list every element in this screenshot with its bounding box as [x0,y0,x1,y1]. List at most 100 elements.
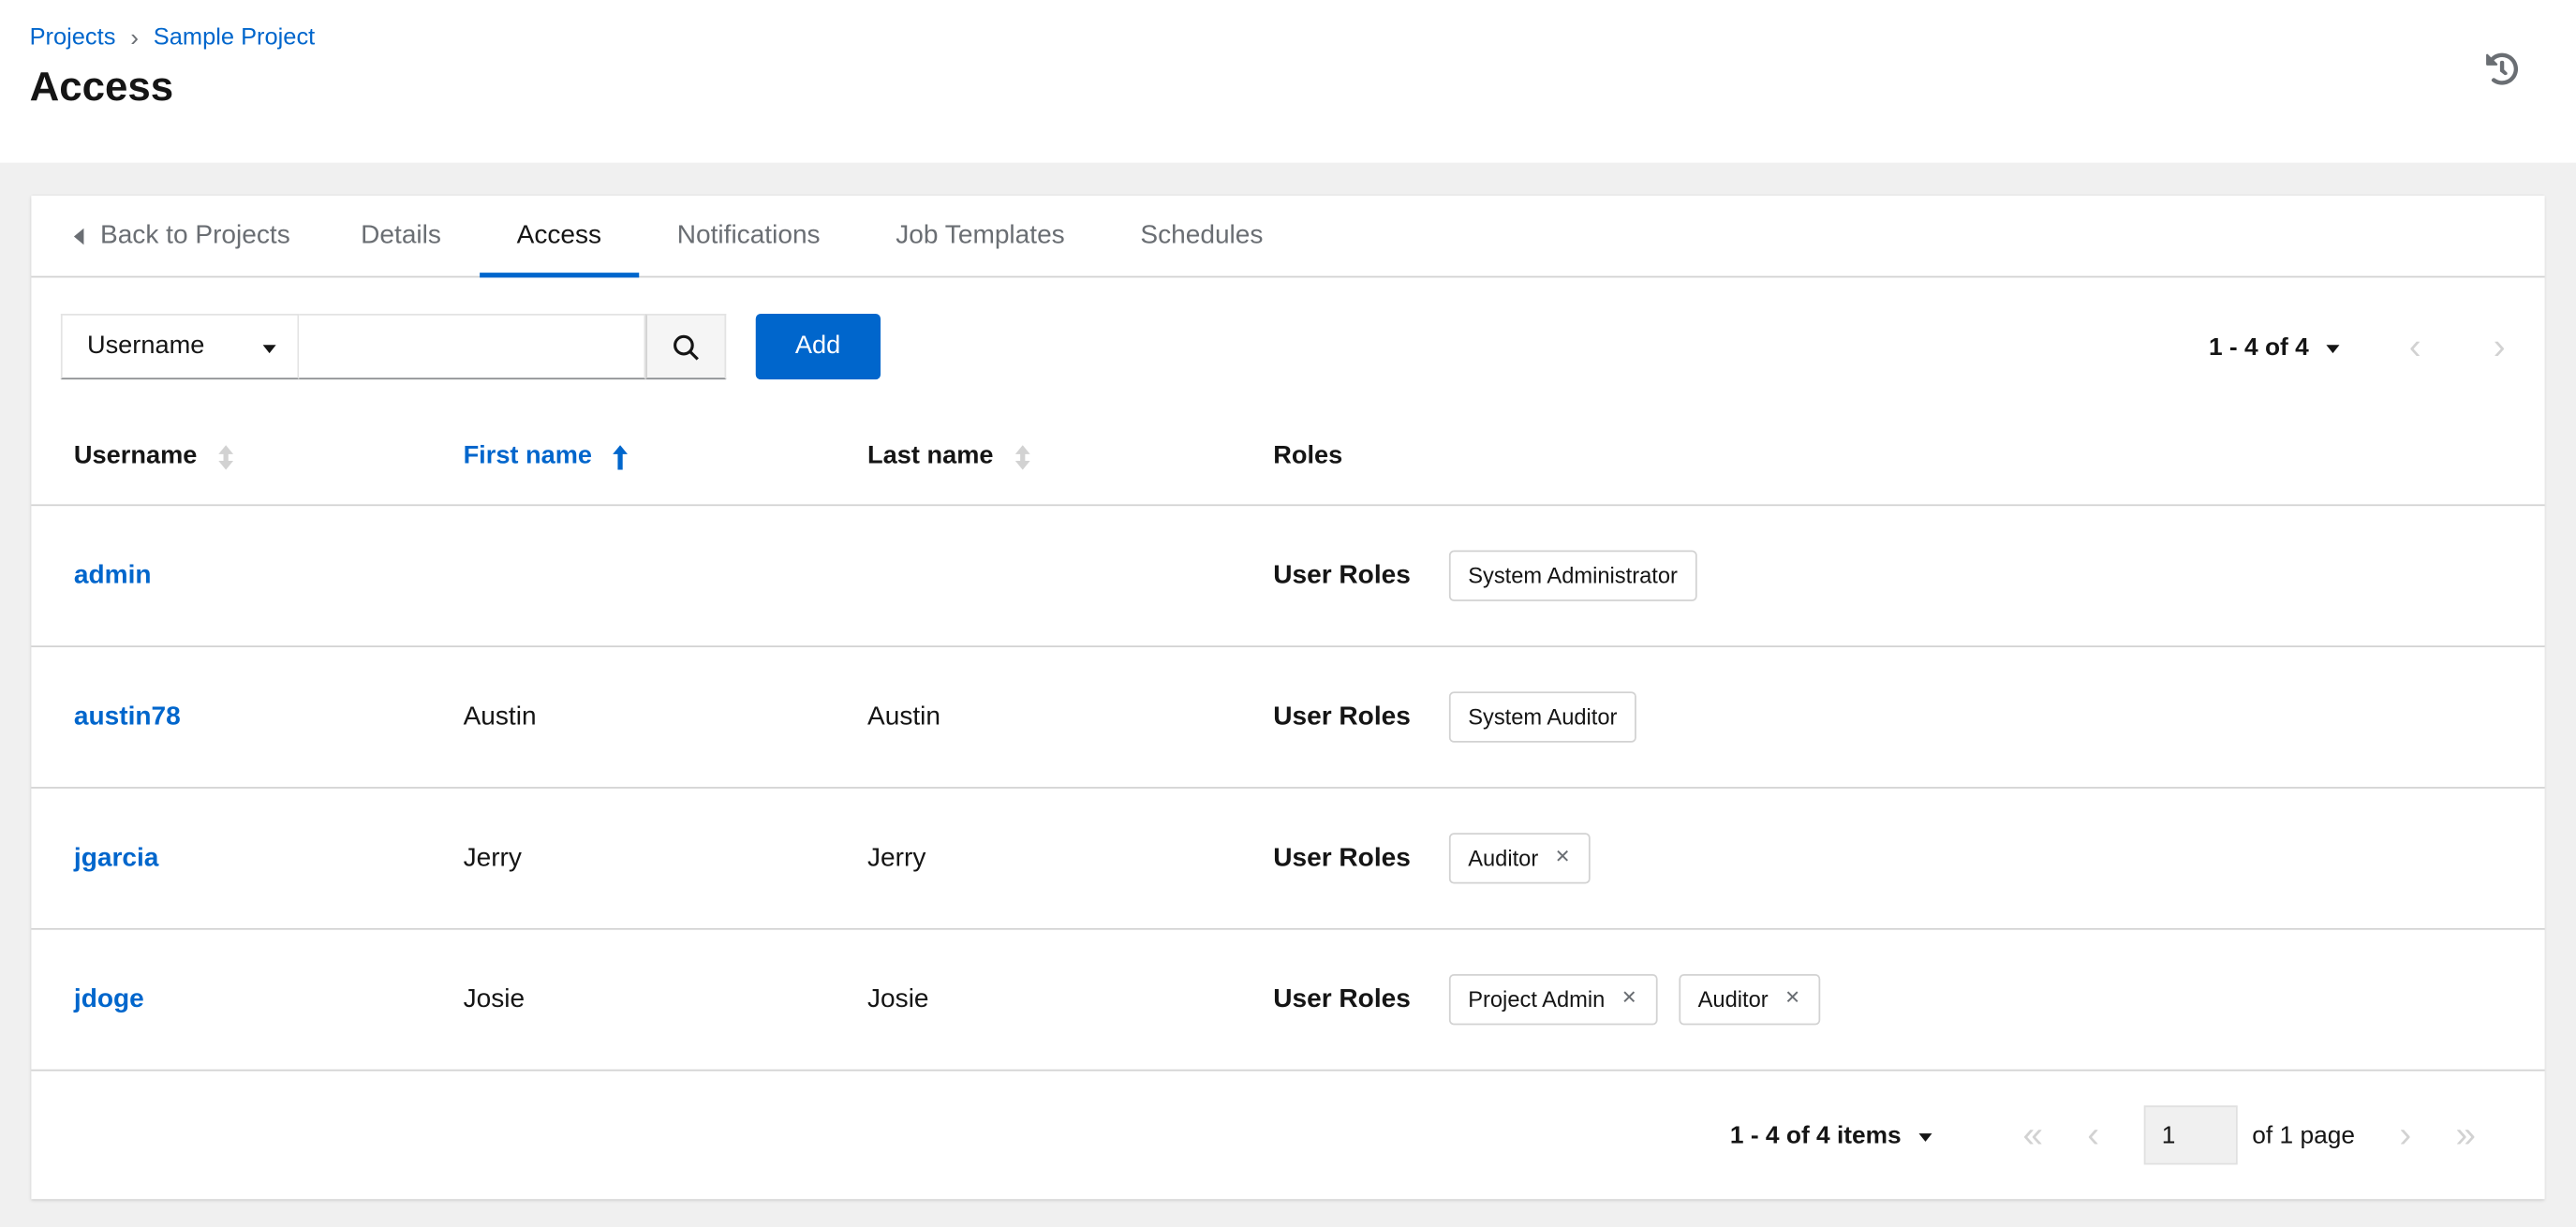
chip-label: System Administrator [1468,563,1678,588]
column-label: Username [73,441,198,470]
last-name-cell: Josie [867,984,929,1013]
page-number-input[interactable] [2143,1105,2238,1165]
chip-label: Auditor [1468,846,1539,871]
username-link[interactable]: admin [74,561,152,589]
role-chip: Project Admin ✕ [1448,974,1657,1026]
table-row: admin User Roles System Administrator [31,506,2545,648]
roles-cell: User Roles Auditor ✕ [1273,833,2515,884]
table-header: Username First name Last name Roles [31,409,2545,507]
chevron-left-icon [73,227,84,244]
tab-details[interactable]: Details [323,196,479,276]
history-button[interactable] [2482,50,2522,89]
page-group: of 1 page [2143,1105,2355,1165]
table-row: jdoge Josie Josie User Roles Project Adm… [31,930,2545,1072]
breadcrumb-separator-icon: › [130,23,140,52]
column-header-roles: Roles [1273,442,2515,472]
user-roles-label: User Roles [1273,560,1411,589]
next-page-button[interactable]: › [2399,1116,2411,1154]
tab-job-templates[interactable]: Job Templates [858,196,1103,276]
column-label: Roles [1273,441,1343,470]
page-count-label: of 1 page [2252,1120,2355,1149]
tab-schedules[interactable]: Schedules [1103,196,1301,276]
tab-back-to-projects[interactable]: Back to Projects [73,196,300,276]
column-label: Last name [867,441,994,470]
tab-access[interactable]: Access [479,196,639,278]
search-filter-group: Username [60,313,727,380]
access-page: Projects › Sample Project Access Back to… [0,0,2576,1227]
column-header-last-name[interactable]: Last name [867,442,1273,472]
username-cell: austin78 [74,702,464,732]
back-to-projects-label: Back to Projects [99,220,290,249]
role-chip: System Administrator [1448,550,1697,601]
caret-down-icon [2327,344,2341,353]
sort-icon [218,444,233,469]
username-link[interactable]: austin78 [74,702,181,731]
username-link[interactable]: jgarcia [74,844,158,872]
toolbar: Username Add 1 - 4 of 4 ‹ › [31,277,2544,408]
sort-icon [1014,444,1030,469]
page-header: Projects › Sample Project Access [0,0,2576,163]
chip-label: Auditor [1697,987,1769,1013]
history-icon [2486,52,2519,85]
column-label: First name [463,441,593,470]
chip-label: Project Admin [1468,987,1606,1013]
search-input[interactable] [299,313,646,380]
pagination-footer: 1 - 4 of 4 items « ‹ of 1 page › » [31,1071,2544,1199]
role-chip: Auditor ✕ [1448,833,1591,884]
caret-down-icon [1918,1132,1932,1142]
breadcrumb-link-sample-project[interactable]: Sample Project [154,24,315,51]
access-card: Back to Projects Details Access Notifica… [31,195,2545,1200]
items-per-page-dropdown[interactable]: 1 - 4 of 4 [2208,333,2341,361]
prev-page-button[interactable]: ‹ [2087,1116,2099,1154]
items-per-page-dropdown-bottom[interactable]: 1 - 4 of 4 items [1730,1121,1932,1149]
last-name-cell: Jerry [867,843,926,872]
sort-ascending-icon [613,444,629,469]
first-name-cell: Jerry [463,843,522,872]
username-cell: jdoge [74,984,464,1014]
add-button[interactable]: Add [755,313,881,380]
tab-bar: Back to Projects Details Access Notifica… [31,196,2545,278]
chip-label: System Auditor [1468,704,1618,730]
pagination-items-label: 1 - 4 of 4 items [1729,1120,1902,1149]
next-page-button[interactable]: › [2494,328,2506,365]
filter-key-label: Username [86,332,205,361]
username-cell: admin [74,561,464,591]
column-header-username[interactable]: Username [74,442,464,472]
role-chip: System Auditor [1448,691,1637,743]
content-area: Back to Projects Details Access Notifica… [0,163,2576,1226]
breadcrumb-link-projects[interactable]: Projects [30,24,116,51]
user-roles-label: User Roles [1273,702,1411,731]
table-row: austin78 Austin Austin User Roles System… [31,647,2545,789]
page-title: Access [29,64,174,111]
search-button[interactable] [645,313,727,380]
first-name-cell: Josie [463,984,526,1013]
tab-notifications[interactable]: Notifications [639,196,858,276]
column-header-first-name[interactable]: First name [464,442,867,472]
search-icon [674,333,699,360]
role-chips: Auditor ✕ [1448,833,1591,884]
prev-page-button[interactable]: ‹ [2409,328,2421,365]
last-page-button[interactable]: » [2456,1116,2476,1154]
first-page-button[interactable]: « [2022,1116,2042,1154]
username-link[interactable]: jdoge [74,984,144,1013]
chip-remove-icon[interactable]: ✕ [1621,989,1637,1009]
pager-nav: « ‹ of 1 page › » [2022,1105,2476,1165]
roles-cell: User Roles System Auditor [1273,691,2515,743]
breadcrumb: Projects › Sample Project [30,24,2547,51]
chip-remove-icon[interactable]: ✕ [1784,989,1800,1009]
role-chip: Auditor ✕ [1678,974,1821,1026]
roles-cell: User Roles Project Admin ✕ Auditor ✕ [1273,974,2515,1026]
first-name-cell: Austin [463,702,537,731]
filter-key-dropdown[interactable]: Username [60,313,300,380]
role-chips: System Administrator [1448,550,1697,601]
role-chips: System Auditor [1448,691,1637,743]
table-row: jgarcia Jerry Jerry User Roles Auditor ✕ [31,789,2545,930]
pagination-range-label: 1 - 4 of 4 [2208,333,2309,361]
pagination-nav: ‹ › [2409,328,2515,365]
username-cell: jgarcia [74,844,464,874]
last-name-cell: Austin [867,702,941,731]
caret-down-icon [262,344,276,353]
roles-cell: User Roles System Administrator [1273,550,2515,601]
role-chips: Project Admin ✕ Auditor ✕ [1448,974,1821,1026]
chip-remove-icon[interactable]: ✕ [1555,848,1571,867]
